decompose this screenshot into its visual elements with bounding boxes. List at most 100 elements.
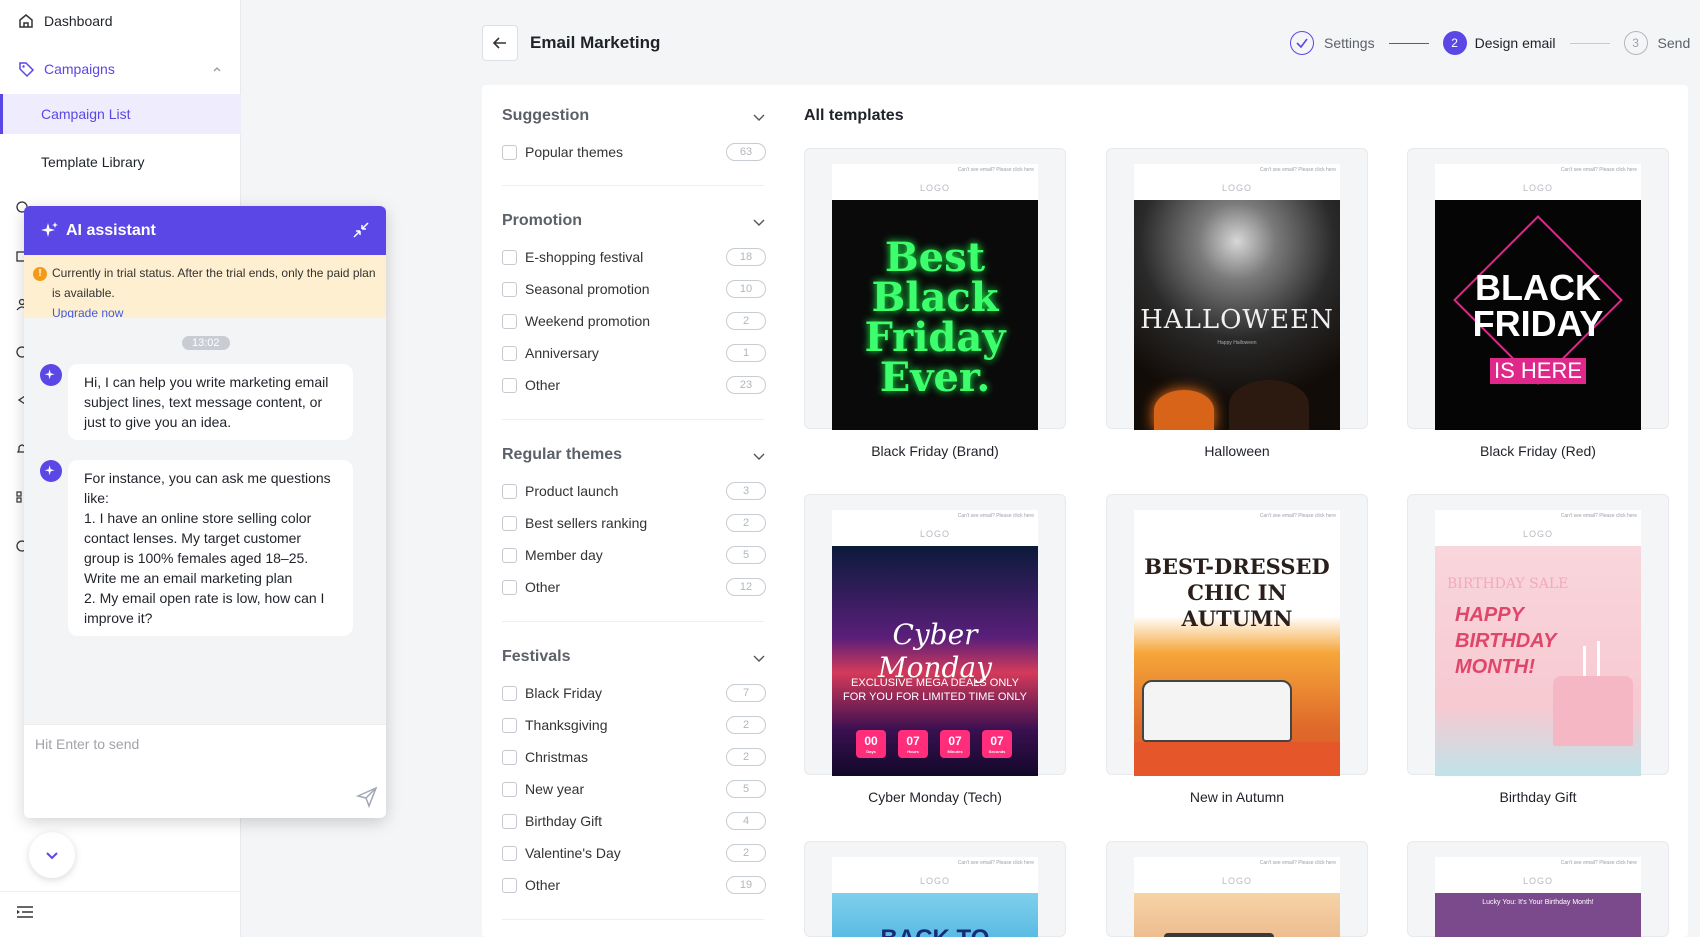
- filter-option[interactable]: Thanksgiving 2: [502, 709, 766, 741]
- filter-option[interactable]: Weekend promotion 2: [502, 305, 766, 337]
- checkbox[interactable]: [502, 483, 517, 499]
- check-icon: [1296, 38, 1308, 49]
- countdown-unit: Minutes: [947, 749, 963, 754]
- logo-placeholder: LOGO: [1522, 529, 1553, 539]
- count-badge: 12: [726, 578, 766, 596]
- sidebar-item-campaign-list[interactable]: Campaign List: [0, 94, 241, 134]
- filter-option[interactable]: Other 12: [502, 571, 766, 603]
- sidebar-item-template-library[interactable]: Template Library: [0, 142, 241, 182]
- artwork-text: MONTH!: [1455, 656, 1535, 678]
- template-artwork: [1134, 893, 1340, 937]
- filter-option[interactable]: E-shopping festival 18: [502, 241, 766, 273]
- sparkle-icon: [44, 465, 55, 476]
- mail-header-text: Can't see email? Please click here: [1560, 513, 1637, 519]
- filter-option[interactable]: Popular themes 63: [502, 136, 766, 168]
- template-card-cyber-monday[interactable]: Can't see email? Please click here LOGO …: [804, 494, 1066, 776]
- sparkle-icon: [41, 221, 58, 237]
- step-3-circle: 3: [1623, 31, 1648, 55]
- count-badge: 23: [726, 376, 766, 394]
- artwork-text: IS HERE: [1490, 358, 1586, 384]
- checkbox[interactable]: [502, 144, 517, 160]
- checkbox[interactable]: [502, 781, 517, 797]
- logo-placeholder: LOGO: [1221, 876, 1252, 886]
- checkbox[interactable]: [502, 749, 517, 765]
- checkbox[interactable]: [502, 313, 517, 329]
- nav-campaigns[interactable]: Campaigns: [0, 58, 241, 80]
- trial-notice: ! Currently in trial status. After the t…: [24, 255, 386, 320]
- filter-option[interactable]: Birthday Gift 4: [502, 805, 766, 837]
- artwork-text: Ever.: [879, 354, 991, 401]
- filter-option[interactable]: Christmas 2: [502, 741, 766, 773]
- filter-option[interactable]: Other 23: [502, 369, 766, 401]
- filter-option[interactable]: Black Friday 7: [502, 677, 766, 709]
- nav-dashboard[interactable]: Dashboard: [0, 10, 241, 32]
- filter-option[interactable]: New year 5: [502, 773, 766, 805]
- minimize-icon[interactable]: [352, 221, 370, 239]
- checkbox[interactable]: [502, 813, 517, 829]
- template-card-halloween[interactable]: Can't see email? Please click here LOGO …: [1106, 148, 1368, 430]
- template-card-birthday-month[interactable]: Can't see email? Please click here LOGO …: [1407, 841, 1669, 937]
- message-line: 1. I have an online store selling color …: [84, 510, 312, 586]
- filter-option[interactable]: Best sellers ranking 2: [502, 507, 766, 539]
- template-card-black-friday-brand[interactable]: Can't see email? Please click here LOGO …: [804, 148, 1066, 430]
- logo-placeholder: LOGO: [919, 529, 950, 539]
- logo-placeholder: LOGO: [1522, 183, 1553, 193]
- checkbox[interactable]: [502, 515, 517, 531]
- checkbox[interactable]: [502, 281, 517, 297]
- count-badge: 2: [726, 514, 766, 532]
- filter-group-title[interactable]: Regular themes: [502, 446, 622, 464]
- chevron-down-icon[interactable]: [752, 651, 766, 665]
- template-artwork: HALLOWEEN Happy Halloween: [1134, 200, 1340, 430]
- checkbox[interactable]: [502, 547, 517, 563]
- count-badge: 2: [726, 716, 766, 734]
- filter-option[interactable]: Seasonal promotion 10: [502, 273, 766, 305]
- scroll-down-button[interactable]: [29, 832, 75, 878]
- checkbox[interactable]: [502, 249, 517, 265]
- chevron-down-icon[interactable]: [752, 215, 766, 229]
- back-button[interactable]: [482, 25, 518, 61]
- checkbox[interactable]: [502, 685, 517, 701]
- filter-label: Christmas: [525, 749, 589, 765]
- logo-placeholder: LOGO: [919, 876, 950, 886]
- count-badge: 2: [726, 844, 766, 862]
- logo-placeholder: LOGO: [1522, 876, 1553, 886]
- checkbox[interactable]: [502, 877, 517, 893]
- artwork-text: BIRTHDAY SALE: [1447, 576, 1569, 592]
- template-card-new-in-autumn[interactable]: Can't see email? Please click here BEST-…: [1106, 494, 1368, 776]
- chevron-down-icon[interactable]: [752, 449, 766, 463]
- template-card-back-to-school[interactable]: Can't see email? Please click here LOGO …: [804, 841, 1066, 937]
- filter-option[interactable]: Product launch 3: [502, 475, 766, 507]
- filter-group-title[interactable]: Promotion: [502, 212, 582, 230]
- chat-input-placeholder: Hit Enter to send: [35, 736, 140, 752]
- filter-option[interactable]: Member day 5: [502, 539, 766, 571]
- message-line: For instance, you can ask me questions l…: [84, 470, 331, 506]
- filter-option[interactable]: Anniversary 1: [502, 337, 766, 369]
- filter-label: E-shopping festival: [525, 249, 644, 265]
- checkbox[interactable]: [502, 717, 517, 733]
- template-card-birthday-gift[interactable]: Can't see email? Please click here LOGO …: [1407, 494, 1669, 776]
- checkbox[interactable]: [502, 345, 517, 361]
- cake-shape: [1553, 676, 1633, 746]
- menu-collapse-icon[interactable]: [16, 905, 34, 919]
- artwork-text: BLACK: [1475, 267, 1601, 308]
- template-card[interactable]: Can't see email? Please click here LOGO: [1106, 841, 1368, 937]
- template-card-black-friday-red[interactable]: Can't see email? Please click here LOGO …: [1407, 148, 1669, 430]
- filter-group-title[interactable]: Festivals: [502, 648, 570, 666]
- count-badge: 4: [726, 812, 766, 830]
- checkbox[interactable]: [502, 845, 517, 861]
- sidebar-item-label: Template Library: [41, 154, 145, 170]
- filter-option[interactable]: Other 19: [502, 869, 766, 901]
- checkbox[interactable]: [502, 579, 517, 595]
- chat-input[interactable]: Hit Enter to send: [24, 724, 386, 818]
- filter-group-title[interactable]: Suggestion: [502, 107, 589, 125]
- send-icon[interactable]: [356, 786, 378, 808]
- artwork-text: FRIDAY: [1472, 303, 1604, 344]
- checkbox[interactable]: [502, 377, 517, 393]
- templates-title: All templates: [804, 107, 904, 124]
- filter-option[interactable]: Valentine's Day 2: [502, 837, 766, 869]
- chevron-up-icon[interactable]: [212, 64, 222, 74]
- template-name: Black Friday (Red): [1480, 443, 1596, 459]
- artwork-text: Happy Halloween: [1217, 340, 1257, 346]
- chat-area[interactable]: 13:02 Hi, I can help you write marketing…: [24, 318, 386, 724]
- chevron-down-icon[interactable]: [752, 110, 766, 124]
